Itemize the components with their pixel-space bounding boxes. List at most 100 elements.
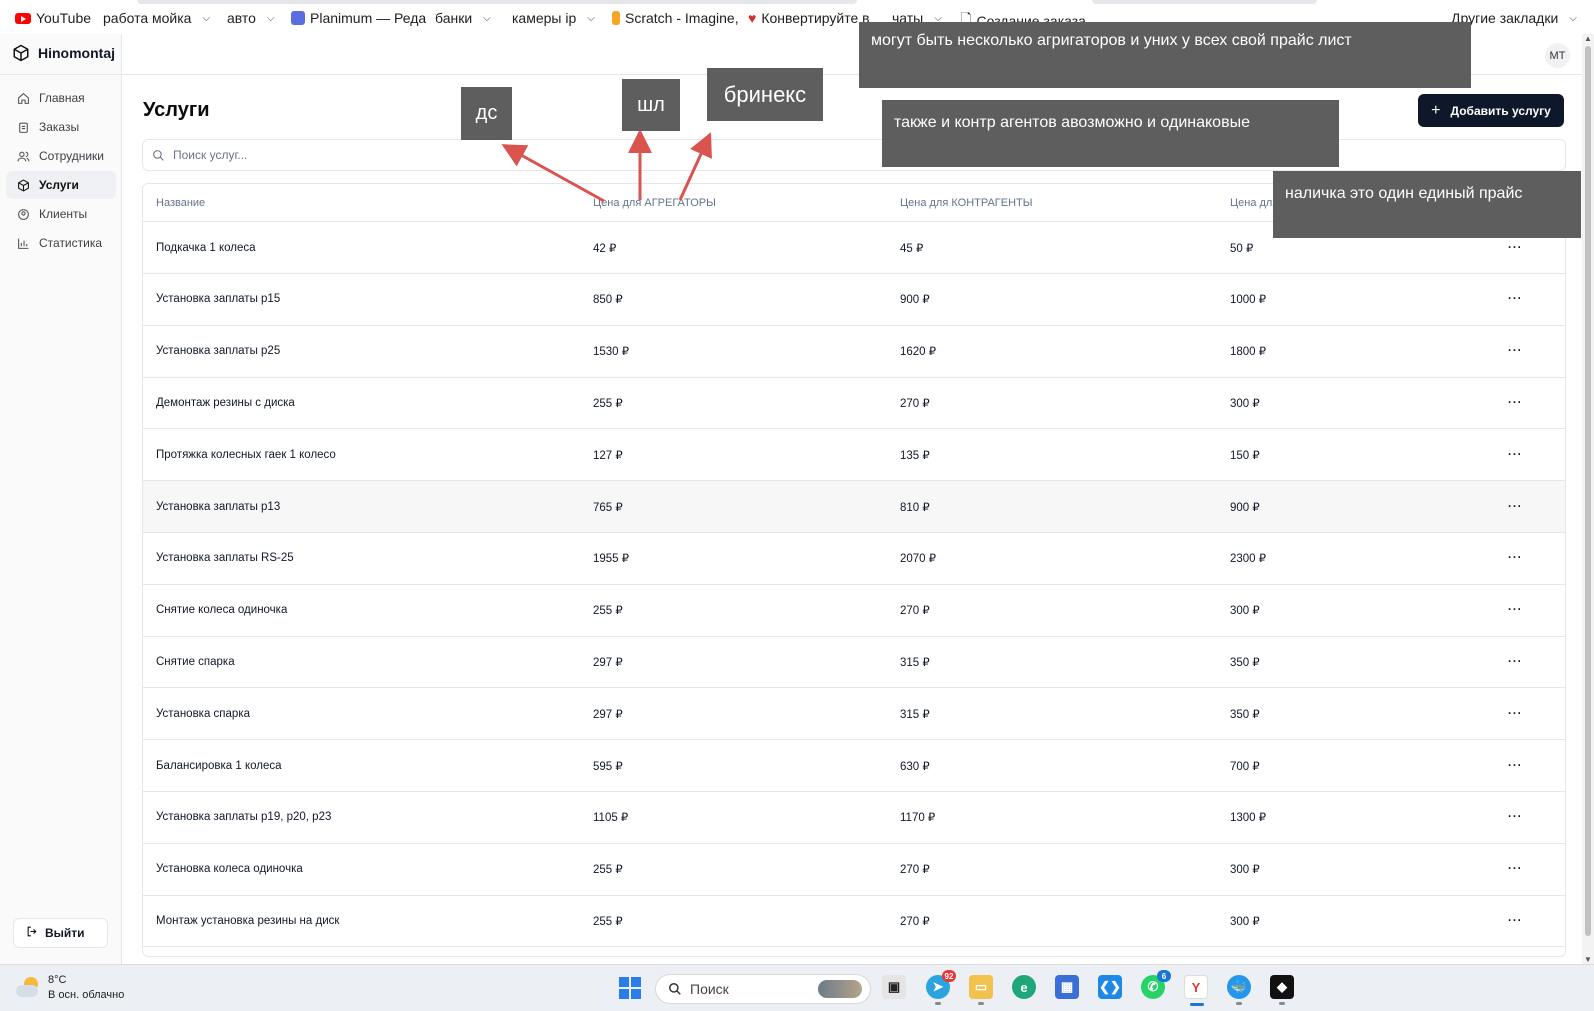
- scroll-down-icon[interactable]: ▼: [1584, 955, 1592, 964]
- service-name-cell: Протяжка колесных гаек 1 колесо: [156, 448, 336, 461]
- scroll-up-icon[interactable]: ▲: [1584, 34, 1592, 43]
- windows-start-icon[interactable]: [617, 975, 643, 1001]
- column-header-aggregators: Цена для АГРЕГАТОРЫ: [593, 196, 716, 209]
- sidebar-item-home[interactable]: Главная: [6, 84, 116, 112]
- youtube-icon: [15, 12, 31, 24]
- price-counterparties-cell: 1620 ₽: [900, 346, 937, 359]
- toolbar-field-edge: [1092, 0, 1317, 4]
- sidebar-item-employees[interactable]: Сотрудники: [6, 142, 116, 170]
- chevron-down-icon: ⌵: [483, 12, 491, 24]
- bookmark-folder-work-wash[interactable]: работа мойка ⌵: [103, 10, 210, 26]
- row-actions-button[interactable]: ···: [1508, 708, 1523, 720]
- chevron-down-icon: ⌵: [202, 12, 211, 24]
- row-actions-button[interactable]: ···: [1508, 863, 1523, 875]
- service-name-cell: Снятие спарка: [156, 655, 235, 668]
- row-actions-button[interactable]: ···: [1508, 242, 1523, 254]
- store-icon[interactable]: ▦: [1055, 975, 1079, 999]
- address-bar-edge: [137, 0, 857, 4]
- service-name-cell: Снятие колеса одиночка: [156, 604, 288, 617]
- row-actions-button[interactable]: ···: [1508, 397, 1523, 409]
- annotation-cash-note: наличка это один единый прайс: [1273, 171, 1581, 238]
- price-cash-cell: 700 ₽: [1230, 760, 1260, 773]
- price-aggregators-cell: 255 ₽: [593, 397, 623, 410]
- annotation-counterparties-note: также и контр агентов авозможно и одинак…: [882, 100, 1339, 167]
- row-actions-button[interactable]: ···: [1508, 449, 1523, 461]
- logout-icon: [26, 925, 39, 941]
- chevron-down-icon: ⌵: [1569, 12, 1577, 24]
- price-aggregators-cell: 255 ₽: [593, 915, 623, 928]
- yandex-browser-icon[interactable]: Y: [1184, 975, 1208, 1006]
- row-actions-button[interactable]: ···: [1508, 811, 1523, 823]
- edge-browser-icon[interactable]: e: [1012, 975, 1036, 999]
- add-service-button[interactable]: + Добавить услугу: [1418, 94, 1564, 127]
- price-cash-cell: 2300 ₽: [1230, 553, 1267, 566]
- table-row[interactable]: Установка колеса одиночка 255 ₽ 270 ₽ 300 ₽…: [143, 844, 1565, 896]
- sidebar-item-orders[interactable]: Заказы: [6, 113, 116, 141]
- bookmark-planimum[interactable]: Planimum — Реда: [291, 10, 426, 26]
- sidebar-item-statistics[interactable]: Статистика: [6, 229, 116, 257]
- price-counterparties-cell: 315 ₽: [900, 656, 930, 669]
- row-actions-button[interactable]: ···: [1508, 552, 1523, 564]
- weather-widget[interactable]: 8°C В осн. облачно: [16, 973, 124, 1003]
- taskbar-search[interactable]: Поиск: [655, 974, 871, 1004]
- row-actions-button[interactable]: ···: [1508, 760, 1523, 772]
- row-actions-button[interactable]: ···: [1508, 604, 1523, 616]
- table-row[interactable]: Установка заплаты р19, р20, р23 1105 ₽ 117…: [143, 792, 1565, 844]
- users-icon: [16, 149, 30, 163]
- sidebar-item-clients[interactable]: Клиенты: [6, 200, 116, 228]
- price-cash-cell: 350 ₽: [1230, 708, 1260, 721]
- cursor-app-icon[interactable]: ◆: [1270, 975, 1294, 1005]
- bookmark-convert[interactable]: ♥ Конвертируйте в: [748, 10, 870, 26]
- table-row[interactable]: Балансировка 1 колеса 595 ₽ 630 ₽ 700 ₽ ···: [143, 740, 1565, 792]
- bookmark-folder-ip-cameras[interactable]: камеры ip ⌵: [512, 10, 595, 26]
- table-row[interactable]: Установка спарка 297 ₽ 315 ₽ 350 ₽ ···: [143, 688, 1565, 741]
- bookmark-folder-auto[interactable]: авто ⌵: [227, 10, 275, 26]
- price-cash-cell: 900 ₽: [1230, 501, 1260, 514]
- search-input[interactable]: Поиск услуг...: [142, 139, 1566, 171]
- bookmark-youtube[interactable]: YouTube: [15, 10, 91, 26]
- service-name-cell: Установка колеса одиночка: [156, 863, 303, 876]
- price-counterparties-cell: 270 ₽: [900, 915, 930, 928]
- table-row[interactable]: Протяжка колесных гаек 1 колесо 127 ₽ 135 …: [143, 429, 1565, 482]
- table-row[interactable]: Снятие колеса одиночка 255 ₽ 270 ₽ 300 ₽ ···: [143, 585, 1565, 637]
- table-row[interactable]: Установка заплаты р13 765 ₽ 810 ₽ 900 ₽ ···: [143, 481, 1565, 533]
- price-cash-cell: 300 ₽: [1230, 397, 1260, 410]
- file-explorer-icon[interactable]: ▭: [969, 975, 993, 1005]
- row-actions-button[interactable]: ···: [1508, 345, 1523, 357]
- table-row[interactable]: Снятие спарка 297 ₽ 315 ₽ 350 ₽ ···: [143, 636, 1565, 689]
- telegram-icon[interactable]: ➤ 92: [926, 970, 956, 1005]
- price-aggregators-cell: 297 ₽: [593, 656, 623, 669]
- scrollbar-thumb[interactable]: [1585, 46, 1591, 936]
- annotation-brinex: бринекс: [707, 68, 823, 121]
- price-counterparties-cell: 900 ₽: [900, 294, 930, 307]
- sidebar: Hinomontaj Главная Заказы Сотрудники Усл…: [0, 34, 122, 964]
- table-row[interactable]: Демонтаж резины с диска 255 ₽ 270 ₽ 300 ₽ ··…: [143, 377, 1565, 430]
- task-view-icon[interactable]: ▣: [882, 975, 906, 999]
- bookmark-folder-banks[interactable]: банки ⌵: [435, 10, 491, 26]
- row-actions-button[interactable]: ···: [1508, 501, 1523, 513]
- table-row[interactable]: Установка заплаты р15 850 ₽ 900 ₽ 1000 ₽ ···: [143, 274, 1565, 326]
- price-counterparties-cell: 270 ₽: [900, 397, 930, 410]
- row-actions-button[interactable]: ···: [1508, 656, 1523, 668]
- table-row[interactable]: Монтаж установка резины на диск 255 ₽ 270 …: [143, 895, 1565, 948]
- heart-icon: ♥: [748, 10, 757, 26]
- row-actions-button[interactable]: ···: [1508, 915, 1523, 927]
- brand[interactable]: Hinomontaj: [12, 44, 115, 62]
- divider: [0, 74, 122, 75]
- table-row[interactable]: Установка заплаты р25 1530 ₽ 1620 ₽ 1800 ₽ ·…: [143, 326, 1565, 378]
- row-actions-button[interactable]: ···: [1508, 293, 1523, 305]
- avatar[interactable]: MT: [1545, 43, 1570, 68]
- price-aggregators-cell: 850 ₽: [593, 294, 623, 307]
- vscode-icon[interactable]: ❮❯: [1098, 975, 1122, 999]
- whatsapp-icon[interactable]: ✆ 6: [1141, 970, 1171, 999]
- logout-button[interactable]: Выйти: [13, 918, 108, 948]
- scratch-icon: [612, 11, 620, 25]
- bar-chart-icon: [16, 236, 30, 250]
- docker-icon[interactable]: 🐳: [1227, 975, 1251, 1005]
- table-row[interactable]: Установка заплаты RS-25 1955 ₽ 2070 ₽ 2300 …: [143, 533, 1565, 585]
- page-scrollbar[interactable]: ▲ ▼: [1582, 34, 1594, 964]
- sidebar-item-services[interactable]: Услуги: [6, 171, 116, 199]
- annotation-aggregators-note: могут быть несколько агригаторов и уних …: [859, 22, 1471, 88]
- price-cash-cell: 150 ₽: [1230, 449, 1260, 462]
- bookmark-scratch[interactable]: Scratch - Imagine,: [612, 10, 739, 26]
